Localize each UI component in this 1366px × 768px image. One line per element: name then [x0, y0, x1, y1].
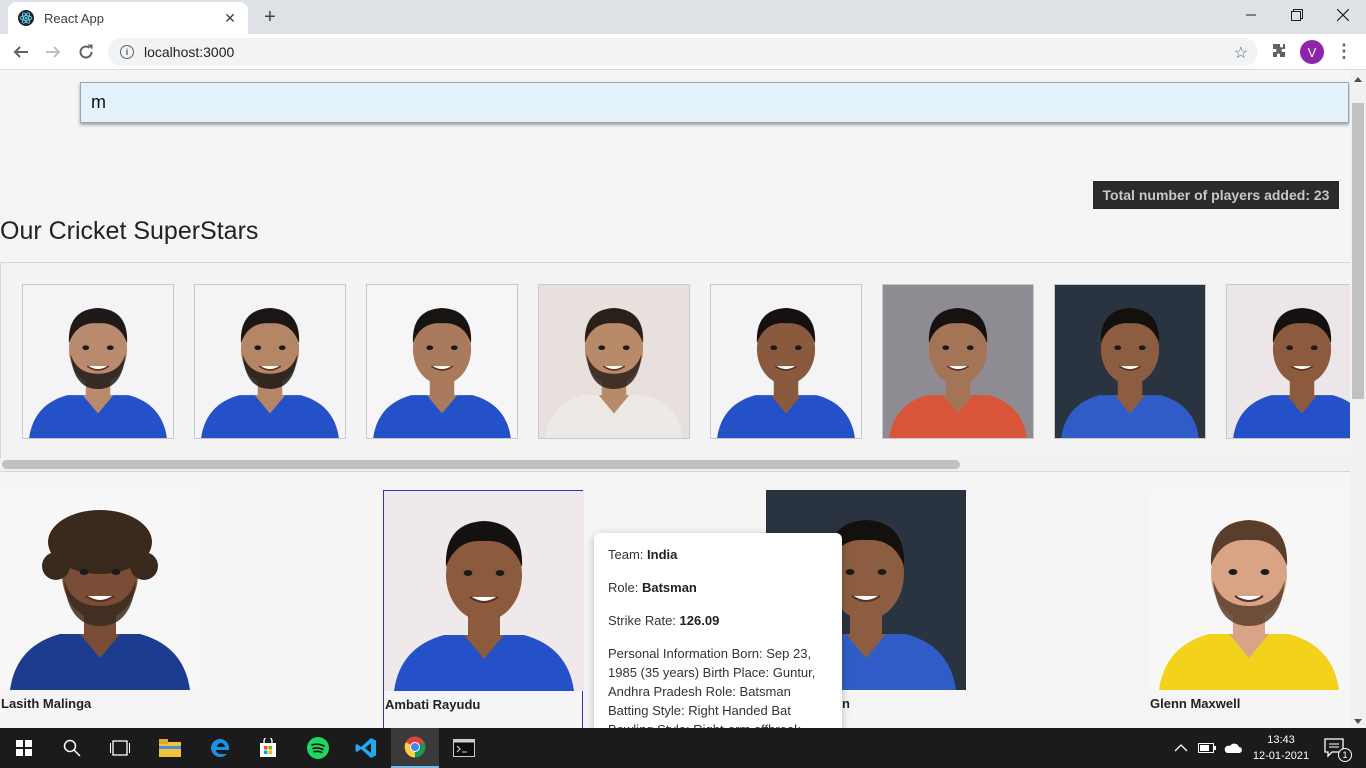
bookmark-star-icon[interactable]: ☆ — [1234, 43, 1248, 63]
player-photo — [0, 490, 200, 690]
microsoft-store-icon[interactable] — [244, 728, 292, 768]
player-photo — [883, 285, 1033, 438]
profile-avatar[interactable]: V — [1300, 40, 1324, 64]
window-close-button[interactable] — [1320, 0, 1366, 30]
player-portrait-image — [1149, 490, 1349, 690]
system-clock[interactable]: 13:43 12-01-2021 — [1252, 732, 1310, 764]
chrome-icon[interactable] — [391, 728, 439, 768]
clock-time: 13:43 — [1267, 734, 1295, 746]
battery-icon[interactable] — [1198, 728, 1216, 768]
notification-count: 1 — [1338, 748, 1352, 762]
site-info-icon[interactable]: i — [120, 45, 134, 59]
onedrive-cloud-icon[interactable] — [1222, 728, 1242, 768]
team-row: Team: India — [608, 547, 678, 562]
minimize-button[interactable] — [1228, 0, 1274, 30]
personal-info-text: Personal Information Born: Sep 23, 1985 … — [608, 646, 816, 728]
player-photo — [384, 491, 584, 691]
popover-arrow — [594, 630, 604, 650]
spotify-icon[interactable] — [294, 728, 342, 768]
carousel-track — [22, 284, 1350, 439]
carousel-player-thumbnail[interactable] — [1054, 284, 1206, 439]
new-tab-button[interactable]: + — [258, 6, 282, 30]
search-icon[interactable] — [48, 728, 96, 768]
clock-date: 12-01-2021 — [1252, 750, 1310, 762]
player-name: Lasith Malinga — [1, 696, 92, 711]
notification-center-icon[interactable]: 1 — [1324, 728, 1352, 768]
player-photo — [367, 285, 517, 438]
player-details-popover: Team: India Role: Batsman Strike Rate: 1… — [594, 533, 842, 728]
page-content: Total number of players added: 23 Our Cr… — [0, 71, 1350, 728]
player-card[interactable]: Lasith Malinga — [0, 490, 200, 711]
tab-title: React App — [44, 10, 104, 26]
player-card-selected[interactable]: Ambati Rayudu — [383, 490, 584, 728]
player-photo — [23, 285, 173, 438]
page-vertical-scrollbar[interactable] — [1350, 71, 1366, 728]
carousel-player-thumbnail[interactable] — [366, 284, 518, 439]
edge-browser-icon[interactable] — [196, 728, 244, 768]
carousel-player-thumbnail[interactable] — [538, 284, 690, 439]
url-text: localhost:3000 — [144, 44, 235, 60]
player-photo — [1227, 285, 1350, 438]
total-players-badge: Total number of players added: 23 — [1093, 181, 1339, 209]
windows-taskbar: 13:43 12-01-2021 1 — [0, 728, 1366, 768]
reload-icon[interactable] — [73, 39, 99, 65]
carousel-player-thumbnail[interactable] — [1226, 284, 1350, 439]
restore-button[interactable] — [1274, 0, 1320, 30]
browser-menu-icon[interactable]: ⋮ — [1334, 40, 1354, 64]
player-portrait-image — [384, 491, 584, 691]
role-value: Batsman — [641, 580, 697, 595]
carousel-player-thumbnail[interactable] — [194, 284, 346, 439]
extensions-puzzle-icon[interactable] — [1270, 42, 1290, 62]
player-photo — [539, 285, 689, 438]
back-arrow-icon[interactable] — [8, 39, 34, 65]
file-explorer-icon[interactable] — [146, 728, 194, 768]
player-name: Glenn Maxwell — [1150, 696, 1241, 711]
vscode-icon[interactable] — [342, 728, 390, 768]
players-carousel[interactable] — [0, 262, 1350, 472]
strike-rate-value: 126.09 — [679, 613, 720, 628]
player-search-input[interactable] — [80, 82, 1349, 123]
player-photo — [195, 285, 345, 438]
player-photo — [1149, 490, 1349, 690]
page-heading: Our Cricket SuperStars — [0, 217, 259, 245]
task-view-icon[interactable] — [96, 728, 144, 768]
browser-toolbar: i localhost:3000 ☆ V ⋮ — [0, 34, 1366, 70]
browser-tab-bar: React App ✕ + — [0, 0, 1366, 34]
scroll-down-arrow-icon[interactable] — [1354, 719, 1362, 724]
player-card[interactable]: Glenn Maxwell — [1149, 490, 1349, 711]
page-scroll-thumb[interactable] — [1352, 103, 1364, 399]
windows-start-icon[interactable] — [0, 728, 48, 768]
carousel-player-thumbnail[interactable] — [22, 284, 174, 439]
address-bar[interactable]: i localhost:3000 ☆ — [108, 38, 1258, 66]
carousel-player-thumbnail[interactable] — [710, 284, 862, 439]
player-photo — [711, 285, 861, 438]
react-logo-icon — [18, 10, 34, 26]
carousel-horizontal-scrollbar[interactable] — [0, 458, 1350, 471]
player-name: Ambati Rayudu — [385, 697, 481, 712]
browser-tab[interactable]: React App ✕ — [8, 2, 248, 34]
player-portrait-image — [0, 490, 200, 690]
forward-arrow-icon[interactable] — [40, 39, 66, 65]
terminal-icon[interactable] — [440, 728, 488, 768]
carousel-player-thumbnail[interactable] — [882, 284, 1034, 439]
tray-chevron-up-icon[interactable] — [1174, 728, 1188, 768]
player-photo — [1055, 285, 1205, 438]
role-row: Role: Batsman — [608, 580, 697, 595]
tab-close-icon[interactable]: ✕ — [222, 10, 238, 27]
team-value: India — [647, 547, 678, 562]
carousel-scroll-thumb[interactable] — [2, 460, 960, 469]
scroll-up-arrow-icon[interactable] — [1354, 77, 1362, 82]
strike-rate-row: Strike Rate: 126.09 — [608, 613, 720, 628]
